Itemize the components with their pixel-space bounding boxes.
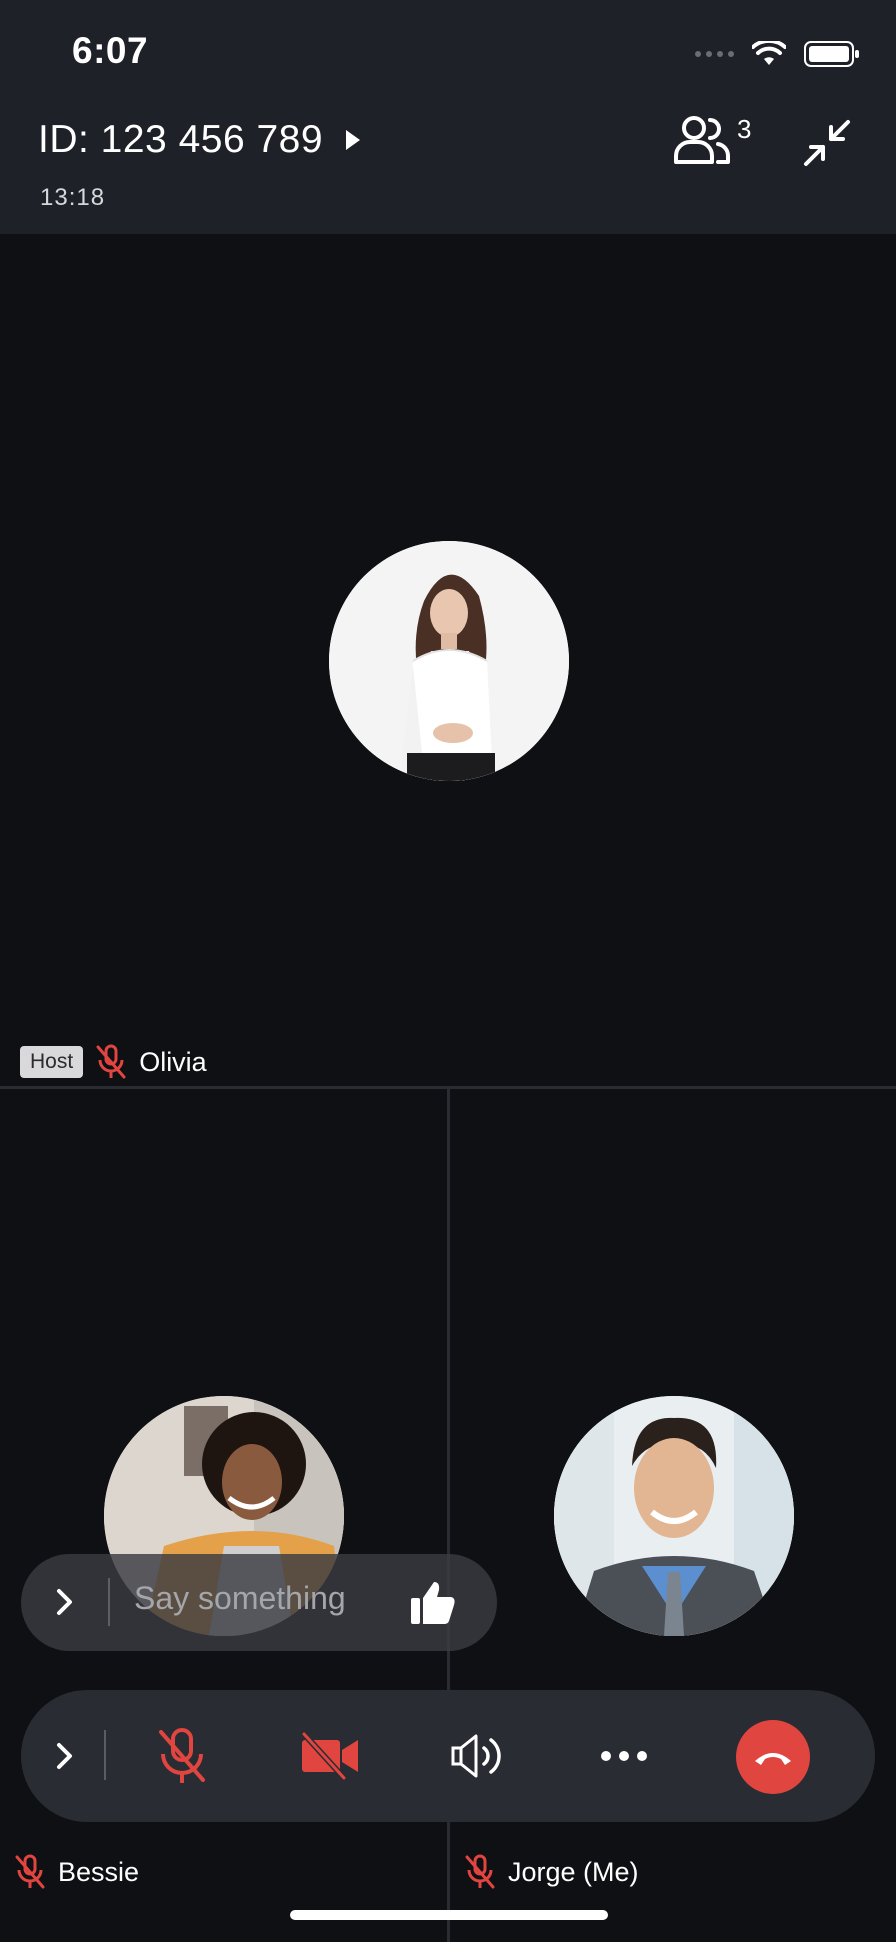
wifi-icon <box>752 41 786 65</box>
chat-expand-button[interactable] <box>52 1584 78 1620</box>
end-call-button[interactable] <box>736 1720 810 1794</box>
elapsed-time: 13:18 <box>40 184 106 211</box>
more-button[interactable] <box>592 1724 656 1788</box>
home-indicator <box>290 1910 608 1920</box>
speaker-icon <box>451 1734 501 1778</box>
controls-expand-button[interactable] <box>52 1738 78 1774</box>
status-icons <box>695 40 860 68</box>
minimize-arrows-icon <box>804 120 850 166</box>
participant-name: Bessie <box>58 1856 140 1887</box>
mic-off-icon <box>15 1854 45 1889</box>
minimize-button[interactable] <box>802 118 852 168</box>
controls-divider <box>104 1730 106 1780</box>
video-off-icon <box>301 1731 358 1781</box>
signal-icon <box>695 51 734 57</box>
mic-off-icon <box>465 1854 495 1889</box>
mic-off-icon <box>96 1044 126 1079</box>
video-button[interactable] <box>298 1724 362 1788</box>
participant-name: Olivia <box>139 1046 207 1077</box>
speaker-button[interactable] <box>446 1724 510 1788</box>
status-time: 6:07 <box>72 30 149 71</box>
chevron-right-icon <box>57 1743 72 1769</box>
like-button[interactable] <box>408 1578 458 1628</box>
mute-button[interactable] <box>150 1724 214 1788</box>
more-icon <box>601 1751 647 1761</box>
avatar-jorge <box>554 1396 794 1636</box>
end-call-icon <box>755 1753 791 1765</box>
thumbs-up-icon <box>411 1582 455 1624</box>
meeting-id[interactable]: ID: 123 456 789 <box>38 118 361 162</box>
chevron-right-icon <box>57 1589 72 1615</box>
nametag-olivia: Host Olivia <box>20 1044 207 1080</box>
avatar-olivia <box>329 541 569 781</box>
host-badge: Host <box>20 1046 84 1078</box>
chat-divider <box>108 1578 110 1626</box>
people-icon <box>674 116 731 164</box>
nametag-bessie: Bessie <box>14 1854 139 1890</box>
participant-name: Jorge (Me) <box>508 1856 639 1887</box>
participants-count: 3 <box>737 114 752 144</box>
chat-input[interactable]: Say something <box>134 1580 346 1617</box>
mic-off-icon <box>159 1728 205 1783</box>
battery-icon <box>804 41 859 67</box>
play-arrow-icon <box>346 130 361 150</box>
meeting-id-text: ID: 123 456 789 <box>38 118 324 161</box>
nametag-jorge: Jorge (Me) <box>464 1854 639 1890</box>
